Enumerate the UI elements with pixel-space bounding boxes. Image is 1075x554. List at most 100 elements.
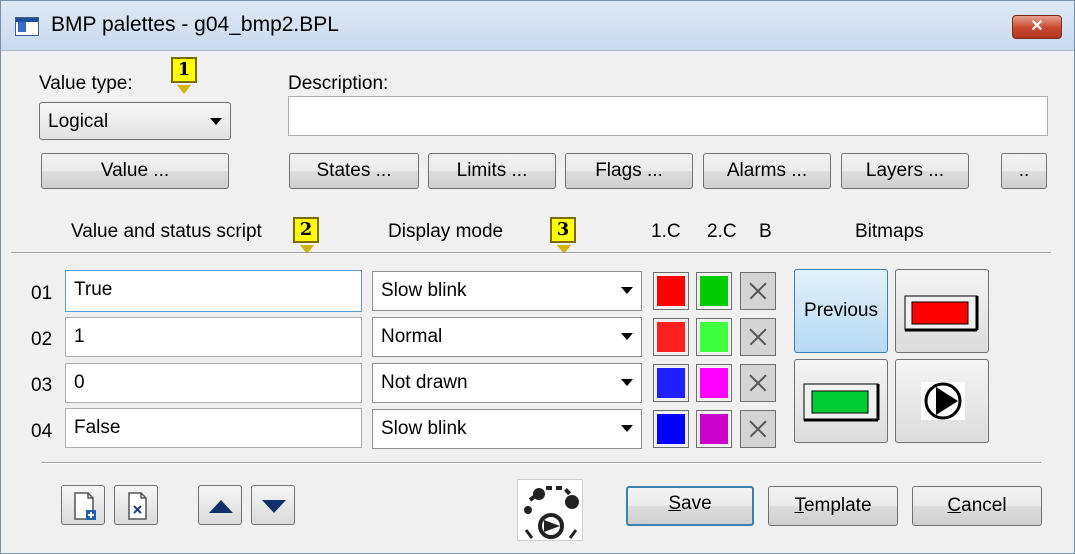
save-hotkey: S (668, 493, 682, 514)
app-icon (15, 17, 39, 36)
description-label: Description: (288, 73, 389, 94)
description-input[interactable] (288, 96, 1048, 136)
cancel-hotkey: C (947, 495, 962, 516)
display-mode-value: Slow blink (381, 280, 467, 301)
alarms-button[interactable]: Alarms ... (703, 153, 831, 189)
new-row-button[interactable] (61, 485, 105, 525)
bitmap-green-button[interactable] (794, 359, 888, 443)
limits-button[interactable]: Limits ... (428, 153, 556, 189)
close-button[interactable]: ✕ (1012, 15, 1062, 39)
layers-button[interactable]: Layers ... (841, 153, 969, 189)
value-type-label: Value type: (39, 73, 133, 94)
script-value: 1 (74, 326, 85, 347)
delete-document-icon (128, 492, 147, 520)
script-input[interactable]: 1 (65, 317, 362, 357)
color2-swatch[interactable] (696, 410, 732, 448)
display-mode-dropdown[interactable]: Normal (372, 317, 642, 357)
bmp-palettes-dialog: BMP palettes - g04_bmp2.BPL ✕ Value type… (0, 0, 1075, 554)
color2-fill (700, 414, 728, 444)
display-mode-value: Slow blink (381, 418, 467, 439)
value-button[interactable]: Value ... (41, 153, 229, 189)
row-number: 04 (31, 421, 53, 442)
bitmap-pump-button[interactable] (895, 359, 989, 443)
color1-swatch[interactable] (653, 410, 689, 448)
color1-fill (657, 276, 685, 306)
chevron-down-icon (210, 118, 222, 125)
states-button[interactable]: States ... (289, 153, 419, 189)
column-header-script: Value and status script (71, 221, 262, 242)
row-number: 03 (31, 375, 53, 396)
add-document-icon (74, 492, 96, 520)
marker-1-arrow (177, 85, 191, 94)
pump-icon (921, 382, 965, 420)
save-label: ave (681, 493, 712, 514)
color2-swatch[interactable] (696, 272, 732, 310)
color1-fill (657, 414, 685, 444)
script-input[interactable]: False (65, 408, 362, 448)
bitmap-preview (517, 479, 583, 541)
chevron-down-icon (621, 333, 633, 340)
color1-swatch[interactable] (653, 272, 689, 310)
title-bar: BMP palettes - g04_bmp2.BPL ✕ (1, 1, 1074, 51)
display-mode-value: Normal (381, 326, 443, 347)
column-header-color1: 1.C (651, 221, 681, 242)
color2-swatch[interactable] (696, 364, 732, 402)
cancel-label: ancel (961, 495, 1007, 516)
move-down-button[interactable] (251, 485, 295, 525)
color2-fill (700, 276, 728, 306)
marker-1: 1 (171, 57, 197, 83)
display-mode-dropdown[interactable]: Not drawn (372, 363, 642, 403)
template-hotkey: T (794, 495, 804, 516)
color1-fill (657, 322, 685, 352)
template-label: emplate (803, 495, 872, 516)
column-header-color2: 2.C (707, 221, 737, 242)
move-up-button[interactable] (198, 485, 242, 525)
blink-checkbox[interactable] (740, 364, 776, 402)
previous-bitmap-button[interactable]: Previous (794, 269, 888, 353)
template-button[interactable]: Template (768, 486, 898, 526)
delete-row-button[interactable] (114, 485, 158, 525)
window-title: BMP palettes - g04_bmp2.BPL (51, 13, 339, 36)
marker-3: 3 (550, 217, 576, 243)
color2-fill (700, 368, 728, 398)
value-type-value: Logical (48, 111, 109, 132)
chevron-down-icon (621, 425, 633, 432)
marker-2: 2 (293, 217, 319, 243)
blink-checkbox[interactable] (740, 272, 776, 310)
script-value: 0 (74, 372, 85, 393)
column-header-display-mode: Display mode (388, 221, 504, 242)
display-mode-dropdown[interactable]: Slow blink (372, 271, 642, 311)
chevron-down-icon (621, 379, 633, 386)
display-mode-dropdown[interactable]: Slow blink (372, 409, 642, 449)
previous-label: Previous (804, 300, 878, 321)
cancel-button[interactable]: Cancel (912, 486, 1042, 526)
script-input[interactable]: 0 (65, 363, 362, 403)
red-panel-icon (904, 295, 979, 332)
chevron-down-icon (621, 287, 633, 294)
script-value: True (74, 279, 113, 300)
script-value: False (74, 417, 121, 438)
color2-fill (700, 322, 728, 352)
color2-swatch[interactable] (696, 318, 732, 356)
column-header-blink: B (759, 221, 772, 242)
arrow-down-icon (262, 500, 286, 513)
green-panel-icon (803, 383, 880, 422)
row-number: 02 (31, 329, 53, 350)
blink-checkbox[interactable] (740, 410, 776, 448)
value-type-dropdown[interactable]: Logical (39, 102, 231, 140)
color1-swatch[interactable] (653, 318, 689, 356)
arrow-up-icon (209, 500, 233, 513)
more-button[interactable]: .. (1001, 153, 1047, 189)
color1-fill (657, 368, 685, 398)
flags-button[interactable]: Flags ... (565, 153, 693, 189)
row-number: 01 (31, 283, 53, 304)
save-button[interactable]: Save (626, 486, 754, 526)
separator (11, 252, 1051, 254)
script-input[interactable]: True (65, 270, 362, 312)
blink-checkbox[interactable] (740, 318, 776, 356)
bitmap-red-button[interactable] (895, 269, 989, 353)
footer-separator (41, 462, 1041, 464)
display-mode-value: Not drawn (381, 372, 468, 393)
blinking-pump-preview-icon (524, 486, 579, 539)
color1-swatch[interactable] (653, 364, 689, 402)
